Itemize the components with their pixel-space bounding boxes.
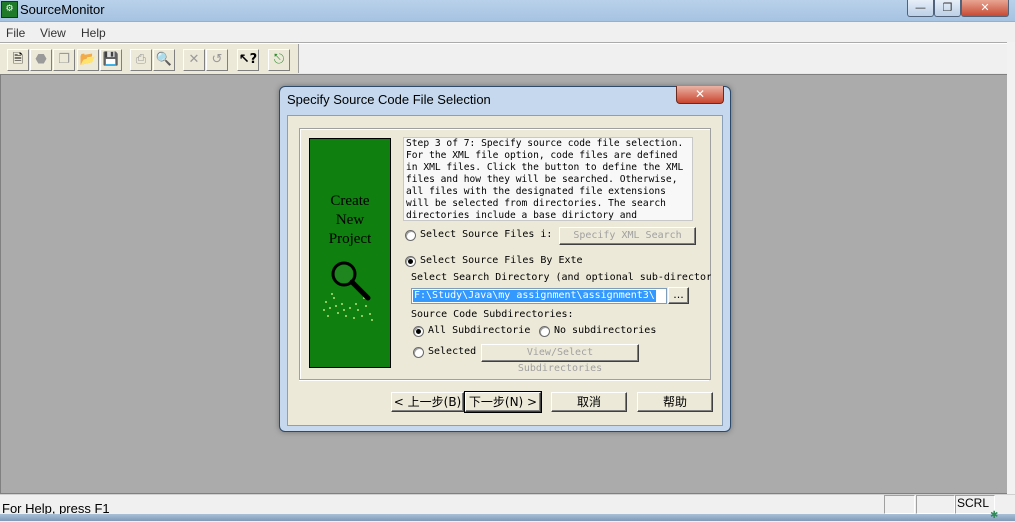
specify-xml-search-button[interactable]: Specify XML Search — [559, 227, 696, 245]
radio-all-subdirectories-label: All Subdirectorie — [428, 325, 531, 336]
status-pane — [884, 495, 915, 514]
new-file-icon: 🗎 — [12, 52, 24, 67]
menu-file[interactable]: File — [6, 26, 25, 40]
radio-no-subdirectories[interactable] — [539, 326, 550, 337]
menu-bar — [0, 22, 1015, 42]
step-description-text: Step 3 of 7: Specify source code file se… — [403, 137, 693, 221]
print-preview-icon: 🔍 — [155, 52, 173, 67]
close-icon: ✕ — [980, 1, 990, 14]
close-window-button[interactable]: ✕ — [961, 0, 1009, 17]
scroll-lock-indicator: SCRL — [957, 496, 990, 510]
app-icon[interactable]: ⚙ — [1, 1, 18, 18]
radio-selected-subdirectories[interactable] — [413, 347, 424, 358]
dialog-close-button[interactable]: ✕ — [676, 86, 724, 104]
open-folder-button[interactable]: 📂 — [77, 49, 99, 71]
stop-button[interactable]: ⬣ — [30, 49, 52, 71]
context-help-button[interactable]: ↖? — [237, 49, 259, 71]
toolbar-empty-area — [299, 44, 1007, 73]
menu-view[interactable]: View — [40, 26, 66, 40]
new-file-button[interactable]: 🗎 — [7, 49, 29, 71]
stop-icon: ⬣ — [35, 52, 47, 67]
search-directory-value: F:\Study\Java\my assignment\assignment3\ — [413, 290, 656, 302]
separator — [299, 379, 709, 381]
panel-text-line: Create — [330, 193, 370, 209]
cancel-button[interactable]: 取消 — [551, 392, 627, 412]
maximize-button[interactable]: ❐ — [934, 0, 961, 17]
help-button[interactable]: 帮助 — [637, 392, 713, 412]
subdirectories-label: Source Code Subdirectories: — [411, 309, 574, 320]
tray-icon[interactable]: ✱ — [990, 511, 1002, 521]
radio-select-by-extension[interactable] — [405, 256, 416, 267]
radio-select-xml-label: Select Source Files i: — [420, 229, 553, 240]
print-preview-button[interactable]: 🔍 — [153, 49, 175, 71]
status-pane — [916, 495, 955, 514]
search-directory-label: Select Search Directory (and optional su… — [411, 272, 711, 283]
copy-icon: ❐ — [58, 52, 70, 67]
close-icon: ✕ — [694, 87, 706, 101]
undo-button[interactable]: ↺ — [206, 49, 228, 71]
window-title: SourceMonitor — [20, 2, 105, 17]
dialog-title: Specify Source Code File Selection — [287, 92, 491, 107]
browse-directory-button[interactable]: ... — [668, 287, 689, 304]
create-project-panel — [309, 138, 391, 368]
close-x-icon: ✕ — [188, 52, 200, 67]
panel-text-line: Project — [328, 231, 372, 247]
magnifier-icon — [323, 261, 373, 321]
help-pointer-icon: ↖? — [238, 52, 258, 67]
title-bar — [0, 0, 1015, 21]
next-button[interactable]: 下一步(N) > — [464, 391, 542, 413]
print-icon: ⎙ — [135, 52, 147, 67]
back-button[interactable]: < 上一步(B) — [391, 392, 464, 412]
right-edge-strip — [1007, 42, 1015, 494]
panel-text-line: New — [335, 212, 365, 228]
save-icon: 💾 — [102, 52, 120, 67]
radio-select-by-extension-label: Select Source Files By Exte — [420, 255, 583, 266]
taskbar-edge — [0, 514, 1015, 521]
copy-button[interactable]: ❐ — [53, 49, 75, 71]
open-folder-icon: 📂 — [79, 52, 97, 67]
radio-selected-subdirectories-label: Selected — [428, 346, 477, 357]
print-button[interactable]: ⎙ — [130, 49, 152, 71]
restore-icon: ❐ — [942, 1, 953, 14]
minimize-button[interactable]: — — [907, 0, 934, 17]
radio-all-subdirectories[interactable] — [413, 326, 424, 337]
save-button[interactable]: 💾 — [100, 49, 122, 71]
menu-help[interactable]: Help — [81, 26, 106, 40]
radio-select-xml[interactable] — [405, 230, 416, 241]
radio-no-subdirectories-label: No subdirectories — [554, 325, 657, 336]
exit-button[interactable]: ⎋ — [268, 49, 290, 71]
minimize-icon: — — [915, 1, 926, 14]
undo-icon: ↺ — [211, 52, 223, 67]
close-x-button[interactable]: ✕ — [183, 49, 205, 71]
view-select-subdirectories-button[interactable]: View/Select Subdirectories — [481, 344, 639, 374]
exit-icon: ⎋ — [273, 52, 285, 67]
